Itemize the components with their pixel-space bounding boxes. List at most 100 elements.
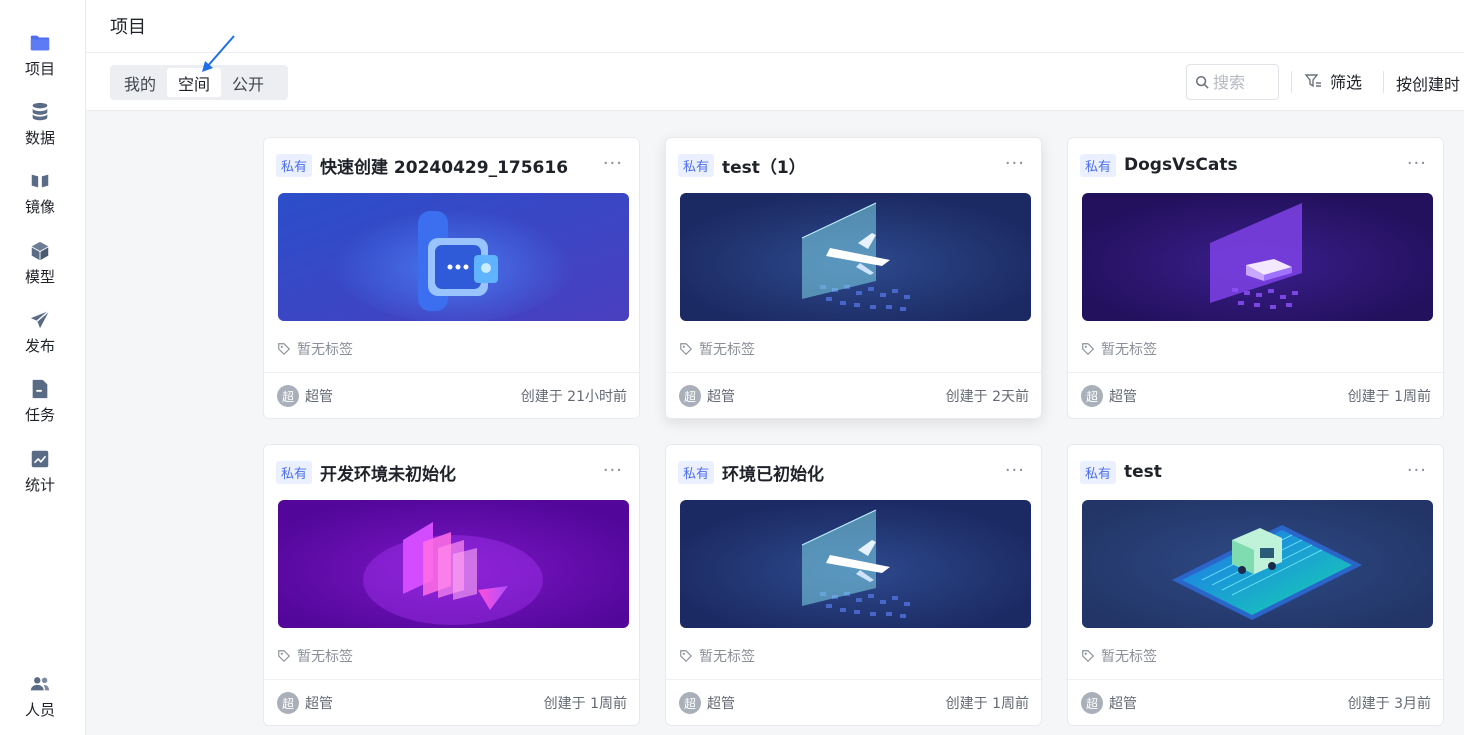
cube-icon xyxy=(31,241,49,261)
tags-row: 暂无标签 xyxy=(1081,339,1157,359)
sidebar-item-images[interactable]: 镜像 xyxy=(0,164,80,224)
folder-icon xyxy=(30,35,50,51)
tag-icon xyxy=(1082,650,1095,663)
tag-icon xyxy=(680,343,693,356)
project-cover xyxy=(278,193,629,321)
sidebar-item-label: 项目 xyxy=(24,60,55,78)
more-icon[interactable]: ··· xyxy=(603,460,623,481)
tab-mine[interactable]: 我的 xyxy=(113,68,167,97)
owner-name: 超管 xyxy=(305,696,333,712)
project-card[interactable]: 私有 快速创建 20240429_175616 ··· 暂无标签 超 超管 创建… xyxy=(263,137,640,419)
sidebar-item-stats[interactable]: 统计 xyxy=(0,442,80,502)
project-cover xyxy=(680,193,1031,321)
sidebar: 项目 数据 镜像 模型 发布 任务 统计 人员 xyxy=(0,0,86,735)
tags-row: 暂无标签 xyxy=(679,339,755,359)
tags-label: 暂无标签 xyxy=(699,342,755,358)
vehicle-screen-illustration xyxy=(1082,193,1433,321)
project-title: 快速创建 20240429_175616 xyxy=(320,157,569,178)
paper-plane-icon xyxy=(30,310,50,329)
tags-label: 暂无标签 xyxy=(297,649,353,665)
project-title: DogsVsCats xyxy=(1124,155,1238,175)
search-input[interactable] xyxy=(1213,72,1273,92)
created-time: 创建于 1周前 xyxy=(1347,389,1431,405)
privacy-badge: 私有 xyxy=(276,460,313,484)
sort-button[interactable]: 按创建时 xyxy=(1396,71,1460,95)
sidebar-item-label: 数据 xyxy=(24,129,55,147)
privacy-badge: 私有 xyxy=(678,460,715,484)
project-cover xyxy=(680,500,1031,628)
more-icon[interactable]: ··· xyxy=(1005,153,1025,174)
sidebar-item-label: 模型 xyxy=(24,268,55,286)
tag-icon xyxy=(680,650,693,663)
privacy-badge: 私有 xyxy=(1080,153,1117,177)
search-box xyxy=(1186,64,1279,100)
sidebar-item-publish[interactable]: 发布 xyxy=(0,303,80,363)
tags-label: 暂无标签 xyxy=(297,342,353,358)
divider xyxy=(1291,71,1292,93)
owner-name: 超管 xyxy=(707,696,735,712)
avatar: 超 xyxy=(679,385,701,407)
filter-label: 筛选 xyxy=(1330,73,1363,92)
database-icon xyxy=(32,102,48,121)
tags-label: 暂无标签 xyxy=(1101,342,1157,358)
sidebar-item-label: 任务 xyxy=(24,406,55,424)
owner-name: 超管 xyxy=(1109,696,1137,712)
more-icon[interactable]: ··· xyxy=(603,153,623,174)
airplane-illustration xyxy=(680,500,1031,628)
project-title: test xyxy=(1124,462,1162,482)
owner-name: 超管 xyxy=(1109,389,1137,405)
created-time: 创建于 3月前 xyxy=(1347,696,1431,712)
created-time: 创建于 1周前 xyxy=(543,696,627,712)
tags-row: 暂无标签 xyxy=(277,339,353,359)
search-icon xyxy=(1195,75,1209,89)
sidebar-item-label: 镜像 xyxy=(24,198,55,216)
filter-button[interactable]: 筛选 xyxy=(1304,69,1362,93)
more-icon[interactable]: ··· xyxy=(1407,460,1427,481)
sidebar-item-label: 统计 xyxy=(24,476,55,494)
divider xyxy=(1383,71,1384,93)
filter-icon xyxy=(1304,74,1321,88)
chart-icon xyxy=(31,450,49,468)
project-card[interactable]: 私有 开发环境未初始化 ··· 暂无标签 超 超管 创建于 1周前 xyxy=(263,444,640,726)
project-card[interactable]: 私有 test（1） ··· 暂无标签 超 超管 创建于 2天前 xyxy=(665,137,1042,419)
sidebar-item-models[interactable]: 模型 xyxy=(0,234,80,294)
project-card[interactable]: 私有 DogsVsCats ··· 暂无标签 超 超管 创建于 1周前 xyxy=(1067,137,1444,419)
annotation-arrow xyxy=(202,35,235,72)
created-time: 创建于 1周前 xyxy=(945,696,1029,712)
device-illustration xyxy=(278,193,629,321)
toolbar: 我的 空间 公开 筛选 按创建时 xyxy=(86,53,1464,111)
sidebar-item-data[interactable]: 数据 xyxy=(0,95,80,155)
sidebar-item-people[interactable]: 人员 xyxy=(0,667,80,727)
avatar: 超 xyxy=(277,692,299,714)
privacy-badge: 私有 xyxy=(678,153,715,177)
avatar: 超 xyxy=(1081,692,1103,714)
avatar: 超 xyxy=(1081,385,1103,407)
avatar: 超 xyxy=(277,385,299,407)
avatar: 超 xyxy=(679,692,701,714)
created-time: 创建于 21小时前 xyxy=(520,389,627,405)
owner-name: 超管 xyxy=(305,389,333,405)
tag-icon xyxy=(1082,343,1095,356)
sidebar-item-projects[interactable]: 项目 xyxy=(0,26,80,86)
tag-icon xyxy=(278,343,291,356)
page-title: 项目 xyxy=(110,17,146,38)
project-cover xyxy=(1082,500,1433,628)
image-mirror-icon xyxy=(31,174,49,188)
users-icon xyxy=(30,677,50,691)
sidebar-item-label: 人员 xyxy=(24,701,55,719)
project-card[interactable]: 私有 test ··· 暂无标签 超 超管 创建于 3月前 xyxy=(1067,444,1444,726)
tags-label: 暂无标签 xyxy=(1101,649,1157,665)
truck-tablet-illustration xyxy=(1082,500,1433,628)
project-title: test（1） xyxy=(722,157,806,178)
sidebar-item-tasks[interactable]: 任务 xyxy=(0,372,80,432)
privacy-badge: 私有 xyxy=(1080,460,1117,484)
created-time: 创建于 2天前 xyxy=(945,389,1029,405)
sidebar-item-label: 发布 xyxy=(24,337,55,355)
tags-label: 暂无标签 xyxy=(699,649,755,665)
more-icon[interactable]: ··· xyxy=(1005,460,1025,481)
project-card[interactable]: 私有 环境已初始化 ··· 暂无标签 超 超管 创建于 1周前 xyxy=(665,444,1042,726)
airplane-illustration xyxy=(680,193,1031,321)
more-icon[interactable]: ··· xyxy=(1407,153,1427,174)
tags-row: 暂无标签 xyxy=(1081,646,1157,666)
privacy-badge: 私有 xyxy=(276,153,313,177)
